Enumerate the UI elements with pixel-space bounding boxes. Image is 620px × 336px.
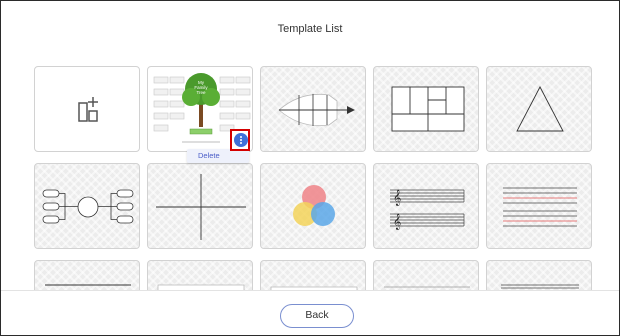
treble-clef-icon: 𝄞: [393, 190, 401, 206]
triangle-thumbnail: [516, 86, 564, 132]
template-thumbnail: [501, 284, 579, 289]
template-thumbnail: [270, 286, 358, 290]
template-tile-row3-3[interactable]: [260, 260, 366, 290]
template-tile-mind-map[interactable]: [34, 163, 140, 249]
grid-layout-thumbnail: [391, 86, 465, 132]
template-tile-row3-5[interactable]: [486, 260, 592, 290]
template-tile-cross-axis[interactable]: [147, 163, 253, 249]
template-tile-row3-2[interactable]: [147, 260, 253, 290]
template-tile-grid-layout[interactable]: [373, 66, 479, 152]
template-tile-writing-lines[interactable]: [486, 163, 592, 249]
add-template-icon: [78, 97, 98, 122]
template-list-dialog: Template List My Family Tree 𝄞 𝄞 Delete …: [0, 0, 620, 336]
template-tile-row3-1[interactable]: [34, 260, 140, 290]
page-title: Template List: [277, 23, 343, 35]
treble-clef-icon: 𝄞: [393, 214, 401, 230]
music-staff-thumbnail: 𝄞 𝄞: [390, 189, 465, 230]
footer-divider: [1, 290, 619, 291]
template-thumbnail: [384, 286, 470, 288]
template-thumbnail: [45, 284, 131, 286]
back-button[interactable]: Back: [280, 304, 354, 328]
template-thumbnail: [157, 284, 245, 290]
more-vertical-icon: [234, 133, 248, 147]
fishbone-thumbnail: [278, 93, 355, 127]
writing-lines-thumbnail: [503, 187, 577, 227]
more-options-button[interactable]: [230, 129, 250, 151]
template-tile-new[interactable]: [34, 66, 140, 152]
delete-menu-item[interactable]: Delete: [187, 149, 249, 163]
mind-map-thumbnail: [42, 189, 134, 224]
cross-axis-thumbnail: [156, 174, 246, 240]
template-grid: My Family Tree 𝄞 𝄞: [1, 61, 619, 290]
tree-title-line3: Tree: [196, 90, 206, 95]
template-tile-row3-4[interactable]: [373, 260, 479, 290]
template-tile-fishbone[interactable]: [260, 66, 366, 152]
template-tile-music-staff[interactable]: 𝄞 𝄞: [373, 163, 479, 249]
venn-thumbnail: [293, 185, 335, 226]
template-tile-venn[interactable]: [260, 163, 366, 249]
template-tile-triangle[interactable]: [486, 66, 592, 152]
